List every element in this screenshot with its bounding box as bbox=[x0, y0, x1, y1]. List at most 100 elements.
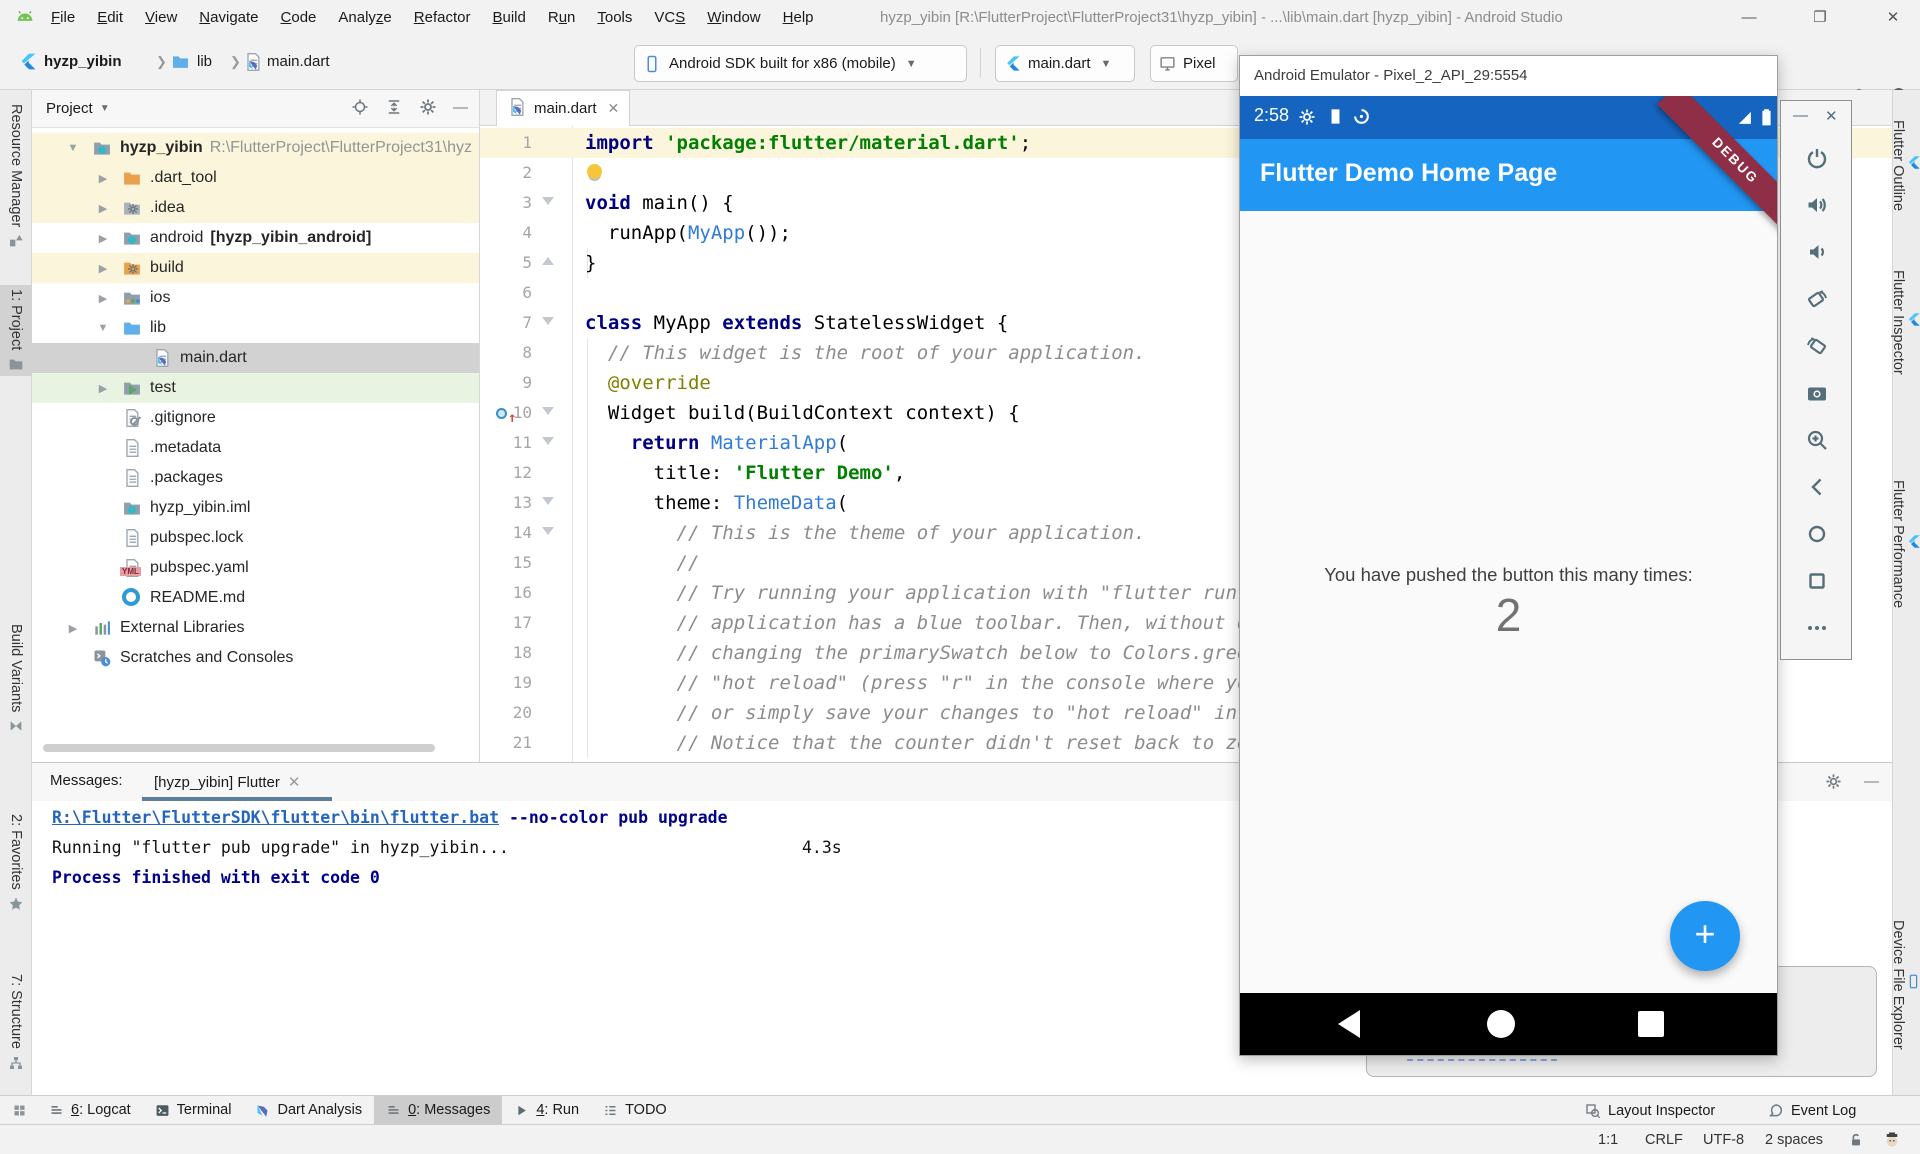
tool-window-button-6-logcat[interactable]: 6: Logcat bbox=[37, 1096, 143, 1125]
tree-item--metadata[interactable]: .metadata bbox=[32, 433, 480, 463]
status-utf-8[interactable]: UTF-8 bbox=[1703, 1125, 1744, 1154]
breadcrumb-lib[interactable]: lib bbox=[197, 53, 212, 70]
increment-fab-button[interactable]: + bbox=[1670, 901, 1740, 971]
close-tab-icon[interactable]: ✕ bbox=[608, 100, 620, 117]
emulator-volume-up-button[interactable] bbox=[1805, 193, 1829, 217]
tree-item--dart-tool[interactable]: ▶.dart_tool bbox=[32, 163, 480, 193]
chevron-down-icon[interactable]: ▼ bbox=[66, 142, 80, 154]
tree-item-hyzp-yibin[interactable]: ▼hyzp_yibinR:\FlutterProject\FlutterProj… bbox=[32, 133, 480, 163]
tree-item--idea[interactable]: ▶.idea bbox=[32, 193, 480, 223]
menu-refactor[interactable]: Refactor bbox=[403, 0, 482, 36]
tree-item-ios[interactable]: ▶ios bbox=[32, 283, 480, 313]
maximize-window-icon[interactable]: ❐ bbox=[1808, 6, 1832, 30]
chevron-right-icon[interactable]: ▶ bbox=[96, 382, 110, 395]
tool-window-button-0-messages[interactable]: 0: Messages bbox=[374, 1096, 502, 1125]
emulator-title-bar[interactable]: Android Emulator - Pixel_2_API_29:5554 bbox=[1240, 56, 1777, 96]
device-selector-dropdown[interactable]: Android SDK built for x86 (mobile)▼ bbox=[634, 45, 967, 82]
menu-vcs[interactable]: VCS bbox=[643, 0, 696, 36]
emulator-back-button[interactable] bbox=[1805, 475, 1829, 499]
tree-item-pubspec-lock[interactable]: pubspec.lock bbox=[32, 523, 480, 553]
menu-edit[interactable]: Edit bbox=[86, 0, 134, 36]
project-panel-header[interactable]: Project ▼ — bbox=[32, 90, 480, 128]
tree-item--packages[interactable]: .packages bbox=[32, 463, 480, 493]
emulator-rotate-right-button[interactable] bbox=[1805, 334, 1829, 358]
emulator-volume-down-button[interactable] bbox=[1805, 240, 1829, 264]
menu-window[interactable]: Window bbox=[696, 0, 771, 36]
emulator-camera-button[interactable] bbox=[1805, 381, 1829, 405]
tool-window-button-dart-analysis[interactable]: Dart Analysis bbox=[243, 1096, 374, 1125]
tree-item-main-dart[interactable]: main.dart bbox=[32, 343, 480, 373]
nav-home-button[interactable] bbox=[1487, 1010, 1515, 1038]
chevron-right-icon[interactable]: ▶ bbox=[96, 172, 110, 185]
fold-toggle-icon[interactable] bbox=[542, 407, 554, 415]
hide-panel-icon[interactable]: — bbox=[453, 98, 468, 118]
menu-code[interactable]: Code bbox=[270, 0, 328, 36]
tree-item-readme-md[interactable]: README.md bbox=[32, 583, 480, 613]
tool-window-tab-build-variants[interactable]: Build Variants bbox=[0, 620, 32, 738]
chevron-right-icon[interactable]: ▶ bbox=[96, 262, 110, 275]
emulator-overview-button[interactable] bbox=[1805, 569, 1829, 593]
tool-window-tab-flutter-outline[interactable]: Flutter Outline bbox=[1893, 120, 1920, 211]
breadcrumb-file[interactable]: main.dart bbox=[267, 53, 330, 70]
horizontal-scrollbar[interactable] bbox=[43, 744, 435, 752]
menu-navigate[interactable]: Navigate bbox=[188, 0, 269, 36]
tree-item-pubspec-yaml[interactable]: YMLpubspec.yaml bbox=[32, 553, 480, 583]
menu-file[interactable]: File bbox=[40, 0, 86, 36]
status-1-1[interactable]: 1:1 bbox=[1598, 1125, 1618, 1154]
tree-item-hyzp-yibin-iml[interactable]: hyzp_yibin.iml bbox=[32, 493, 480, 523]
tree-item-external-libraries[interactable]: ▶External Libraries bbox=[32, 613, 480, 643]
tool-window-button-todo[interactable]: TODO bbox=[591, 1096, 679, 1125]
menu-tools[interactable]: Tools bbox=[586, 0, 643, 36]
chevron-right-icon[interactable]: ▶ bbox=[96, 292, 110, 305]
tool-window-button-layout-inspector[interactable]: Layout Inspector bbox=[1585, 1096, 1715, 1125]
tool-window-tab-flutter-performance[interactable]: Flutter Performance bbox=[1893, 480, 1920, 608]
console-line[interactable]: R:\Flutter\FlutterSDK\flutter\bin\flutte… bbox=[52, 803, 728, 833]
status-2-spaces[interactable]: 2 spaces bbox=[1765, 1125, 1823, 1154]
emulator-zoom-button[interactable] bbox=[1805, 428, 1829, 452]
tab-main-dart[interactable]: main.dart ✕ bbox=[496, 90, 630, 126]
close-window-icon[interactable]: ✕ bbox=[1881, 6, 1905, 30]
close-emulator-icon[interactable]: ✕ bbox=[1825, 107, 1838, 125]
tool-window-tab-2-favorites[interactable]: 2: Favorites bbox=[0, 810, 32, 916]
secondary-device-dropdown[interactable]: Pixel bbox=[1150, 45, 1238, 82]
tool-window-button-4-run[interactable]: 4: Run bbox=[502, 1096, 591, 1125]
inspections-profile-icon[interactable] bbox=[1883, 1131, 1901, 1154]
fold-toggle-icon[interactable] bbox=[542, 527, 554, 535]
tool-window-tab-resource-manager[interactable]: Resource Manager bbox=[0, 100, 32, 253]
nav-overview-button[interactable] bbox=[1638, 1011, 1664, 1037]
gear-icon[interactable] bbox=[419, 98, 437, 118]
menu-view[interactable]: View bbox=[134, 0, 188, 36]
gear-icon[interactable] bbox=[1825, 773, 1842, 790]
emulator-screen[interactable]: 2:58 Flutter Demo Home Page DEBUG You ha… bbox=[1240, 96, 1777, 1055]
emulator-power-button[interactable] bbox=[1805, 146, 1829, 170]
menu-help[interactable]: Help bbox=[772, 0, 825, 36]
menu-run[interactable]: Run bbox=[537, 0, 587, 36]
hide-panel-icon[interactable]: — bbox=[1864, 773, 1879, 790]
breadcrumb-project[interactable]: hyzp_yibin bbox=[44, 53, 122, 70]
emulator-more-button[interactable] bbox=[1805, 616, 1829, 640]
collapse-all-icon[interactable] bbox=[385, 98, 403, 118]
menu-analyze[interactable]: Analyze bbox=[327, 0, 402, 36]
locate-file-icon[interactable] bbox=[351, 98, 369, 118]
menu-build[interactable]: Build bbox=[481, 0, 536, 36]
fold-toggle-icon[interactable] bbox=[542, 317, 554, 325]
fold-toggle-icon[interactable] bbox=[542, 437, 554, 445]
minimize-emulator-icon[interactable]: — bbox=[1793, 107, 1808, 124]
fold-toggle-icon[interactable] bbox=[542, 497, 554, 505]
tree-item-test[interactable]: ▶test bbox=[32, 373, 480, 403]
intention-bulb-icon[interactable] bbox=[587, 164, 602, 179]
tree-item-build[interactable]: ▶build bbox=[32, 253, 480, 283]
tree-item-android[interactable]: ▶android[hyzp_yibin_android] bbox=[32, 223, 480, 253]
status-crlf[interactable]: CRLF bbox=[1645, 1125, 1683, 1154]
emulator-rotate-left-button[interactable] bbox=[1805, 287, 1829, 311]
minimize-window-icon[interactable]: — bbox=[1737, 6, 1761, 30]
chevron-right-icon[interactable]: ▶ bbox=[96, 232, 110, 245]
override-marker-icon[interactable]: ↑ bbox=[496, 407, 516, 421]
tool-window-tab-7-structure[interactable]: 7: Structure bbox=[0, 970, 32, 1075]
tab-flutter-messages[interactable]: [hyzp_yibin] Flutter ✕ bbox=[142, 763, 312, 801]
emulator-home-button[interactable] bbox=[1805, 522, 1829, 546]
close-tab-icon[interactable]: ✕ bbox=[288, 773, 301, 791]
tree-item--gitignore[interactable]: .gitignore bbox=[32, 403, 480, 433]
tree-item-lib[interactable]: ▼lib bbox=[32, 313, 480, 343]
chevron-right-icon[interactable]: ▶ bbox=[96, 202, 110, 215]
